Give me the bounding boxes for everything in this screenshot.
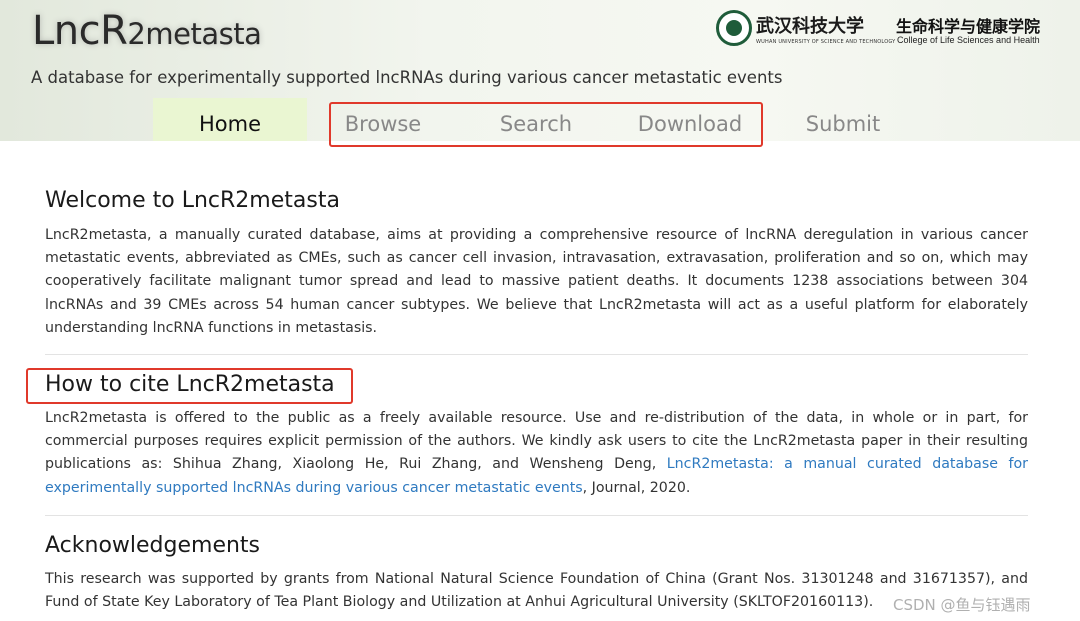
nav-submit[interactable]: Submit xyxy=(793,98,893,141)
nav-search[interactable]: Search xyxy=(486,98,586,141)
title-big: LncR xyxy=(32,8,128,54)
welcome-text: LncR2metasta, a manually curated databas… xyxy=(45,227,1028,336)
nav-browse[interactable]: Browse xyxy=(333,98,433,141)
section-divider xyxy=(45,354,1028,355)
cite-title: How to cite LncR2metasta xyxy=(45,372,335,397)
section-divider xyxy=(45,515,1028,516)
welcome-title: Welcome to LncR2metasta xyxy=(45,188,340,213)
ack-title: Acknowledgements xyxy=(45,533,261,558)
cite-text: LncR2metasta is offered to the public as… xyxy=(45,407,1028,500)
site-subtitle: A database for experimentally supported … xyxy=(31,68,783,87)
title-small: 2metasta xyxy=(127,17,262,51)
university-seal-icon xyxy=(716,10,752,46)
university-name-en: WUHAN UNIVERSITY OF SCIENCE AND TECHNOLO… xyxy=(756,39,896,45)
university-logo: 武汉科技大学 WUHAN UNIVERSITY OF SCIENCE AND T… xyxy=(716,10,1046,48)
cite-journal: , Journal, 2020. xyxy=(582,479,691,496)
site-logo-title[interactable]: LncR2metasta xyxy=(32,8,262,54)
college-name-en: College of Life Sciences and Health xyxy=(897,35,1040,45)
college-name-cn: 生命科学与健康学院 xyxy=(896,17,1041,36)
cite-authors: Shihua Zhang, Xiaolong He, Rui Zhang, an… xyxy=(172,456,667,473)
site-header: LncR2metasta A database for experimental… xyxy=(0,0,1080,141)
university-name-cn: 武汉科技大学 xyxy=(756,16,864,37)
nav-home[interactable]: Home xyxy=(153,98,307,141)
ack-text: This research was supported by grants fr… xyxy=(45,571,1028,611)
nav-download[interactable]: Download xyxy=(630,98,750,141)
watermark: CSDN @鱼与钰遇雨 xyxy=(893,596,1031,614)
